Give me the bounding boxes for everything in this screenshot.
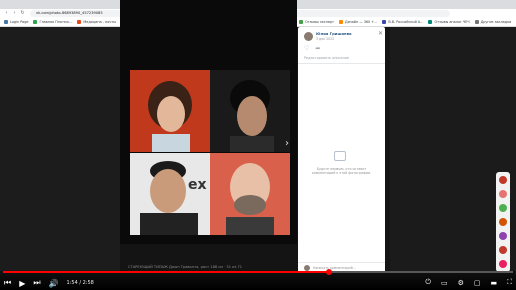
reload-icon[interactable]: ↻ [20,11,25,16]
avatar[interactable] [499,260,507,268]
bookmark-icon [77,20,82,24]
bookmark-icon [339,20,344,24]
settings-icon[interactable]: ⚙ [458,279,464,287]
previous-icon[interactable]: ⏮ [4,278,11,288]
avatar[interactable] [499,176,507,184]
bookmark-label: Дизайн — 360 +... [345,20,378,24]
theater-icon[interactable]: ▬ [490,279,497,287]
photo-bald-portrait [210,153,290,235]
fullscreen-icon[interactable]: ⛶ [507,278,512,287]
forward-icon[interactable]: › [12,11,17,16]
avatar[interactable] [499,204,507,212]
photo-collage[interactable]: ex [130,70,290,235]
empty-comments-text: Будьте первым, кто оставит комментарий к… [311,167,372,176]
bookmark-item[interactable]: Отзывы эксперт [298,20,335,24]
progress-fill [3,271,330,273]
bookmark-icon [298,20,303,24]
avatar[interactable] [304,31,313,41]
next-icon[interactable]: ⏭ [33,278,40,288]
comment-input[interactable]: Написать комментарий... [313,266,356,270]
bookmark-icon [382,20,387,24]
bookmark-item[interactable]: Другие закладки [474,20,512,24]
bookmark-item[interactable]: Дизайн — 360 +... [339,20,377,24]
bookmark-label: Отзывы аналог ЧЕЧ [434,20,470,24]
svg-text:ex: ex [188,177,207,193]
divider [298,63,385,64]
photo-side-panel: Юлия Гришаева 3 дек 2022 ♡ ➦ Редактирова… [298,27,385,278]
autoplay-toggle[interactable]: ⏻ [425,278,431,287]
bookmark-label: В.В. Российский А... [388,20,424,24]
post-actions: ♡ ➦ [304,45,320,52]
edit-description-link[interactable]: Редактировать описание [304,56,349,60]
photo-suit-portrait: ex [130,153,210,235]
bookmark-icon [428,20,433,24]
bookmark-item[interactable]: В.В. Российский А... [382,20,423,24]
avatar[interactable] [499,190,507,198]
screen: ‹ › ↻ vk.com/photo-66893890_457239085 Lo… [0,0,516,290]
author-name[interactable]: Юлия Гришаева [316,31,352,36]
bookmark-label: Другие закладки [480,20,512,24]
share-icon[interactable]: ➦ [315,45,320,52]
divider [298,262,385,263]
avatar[interactable] [499,232,507,240]
avatar[interactable] [499,218,507,226]
bookmark-item[interactable]: Отзывы аналог ЧЕЧ [428,20,470,24]
like-icon[interactable]: ♡ [304,45,309,52]
back-icon[interactable]: ‹ [4,11,9,16]
bookmark-label: Медицина - почты [83,20,117,24]
photo-dark-portrait [210,70,290,152]
subtitles-icon[interactable]: ▭ [441,279,448,287]
close-icon[interactable]: ✕ [378,30,383,37]
bookmark-icon [474,20,479,24]
bookmark-item[interactable]: Медицина - почты [77,20,116,24]
bookmark-label: Login Page [10,20,29,24]
photo-caption: СТАРЕЮЩИЙ ТИПАЖ Джон Траволта, рост 188 … [128,265,243,269]
player-right-controls: ⏻ ▭ ⚙ ▢ ▬ ⛶ [425,278,512,287]
right-side-bar [496,172,510,272]
progress-bar[interactable] [3,269,513,275]
bookmark-icon [4,20,8,24]
avatar[interactable] [499,246,507,254]
post-date: 3 дек 2022 [316,37,335,41]
volume-icon[interactable]: 🔊 [49,279,59,288]
bookmark-icon [33,20,38,24]
bookmark-item[interactable]: Главная Платеж... [33,20,72,24]
photo-young-portrait [130,70,210,152]
bookmark-label: Главная Платеж... [39,20,73,24]
author-row[interactable]: Юлия Гришаева 3 дек 2022 [304,31,352,41]
miniplayer-icon[interactable]: ▢ [474,279,481,287]
bookmark-label: Отзывы эксперт [304,20,335,24]
background-left [0,27,120,271]
time-display: 1:54 / 2:58 [66,280,94,286]
player-left-controls: ⏮ ▶ ⏭ 🔊 1:54 / 2:58 [4,278,94,288]
next-photo-icon[interactable]: › [285,138,289,149]
bookmark-item[interactable]: Login Page [4,20,28,24]
comments-icon [334,151,346,161]
play-icon[interactable]: ▶ [19,279,25,288]
